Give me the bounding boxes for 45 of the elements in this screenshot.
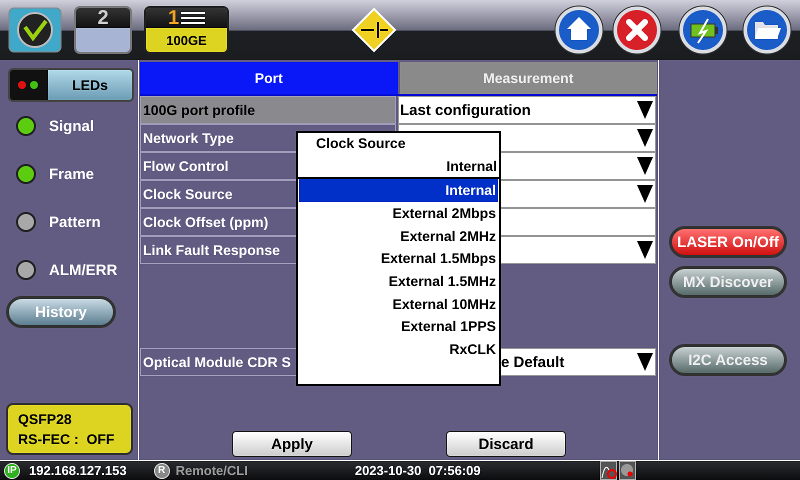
close-icon[interactable]	[612, 5, 662, 55]
ip-badge: IP	[4, 462, 20, 478]
option-item[interactable]: External 10MHz	[299, 292, 498, 316]
option-item[interactable]: External 1.5MHz	[299, 270, 498, 292]
crosshair-sign-icon[interactable]	[351, 7, 397, 53]
option-item[interactable]: External 1PPS	[299, 315, 498, 338]
module-tab[interactable]: 1 100GE	[144, 6, 229, 54]
led-label: Frame	[49, 166, 94, 182]
ip-address: 192.168.127.153	[29, 463, 127, 478]
module-status-text: QSFP28	[18, 411, 73, 427]
current-value: Internal	[446, 158, 498, 174]
value-text: e Default	[500, 354, 564, 370]
option-item[interactable]: Internal	[299, 179, 498, 202]
tab[interactable]: Port	[140, 62, 398, 94]
action-button[interactable]: Apply	[232, 431, 352, 457]
action-button[interactable]: Discard	[446, 431, 566, 457]
home-icon[interactable]	[554, 5, 604, 55]
led-label: ALM/ERR	[49, 262, 118, 278]
field-label: 100G port profile	[140, 96, 396, 124]
logo-icon[interactable]	[8, 7, 62, 53]
dropdown-arrow-icon[interactable]	[637, 353, 653, 371]
dropdown-arrow-icon[interactable]	[637, 241, 653, 259]
lines-icon	[181, 11, 206, 25]
dropdown-arrow-icon[interactable]	[637, 185, 653, 203]
dropdown-arrow-icon[interactable]	[637, 101, 653, 119]
module-status-text: RS-FEC : OFF	[18, 431, 116, 447]
module-tab[interactable]: 2	[74, 6, 132, 54]
remote-status: Remote/CLI	[176, 463, 248, 478]
led-label: Pattern	[49, 214, 101, 230]
curve-blocked-icon[interactable]	[600, 461, 617, 480]
led-label: Signal	[49, 118, 94, 134]
value-text: Last configuration	[400, 102, 531, 118]
date-time: 2023-10-30 07:56:09	[354, 463, 481, 478]
dropdown-arrow-icon[interactable]	[637, 157, 653, 175]
battery-icon[interactable]	[678, 5, 728, 55]
remote-badge: R	[154, 462, 170, 478]
led-dots-icon	[17, 80, 41, 90]
panel-button[interactable]: LASER On/Off	[669, 226, 787, 258]
tab-sublabel: 100GE	[166, 32, 207, 48]
folder-icon[interactable]	[742, 5, 792, 55]
leds-button[interactable]: LEDs	[8, 68, 134, 102]
tab-number: 1	[168, 8, 180, 28]
dropdown-arrow-icon[interactable]	[637, 129, 653, 147]
dropdown-field[interactable]: Last configuration	[398, 96, 656, 124]
tab-number: 2	[97, 8, 109, 28]
